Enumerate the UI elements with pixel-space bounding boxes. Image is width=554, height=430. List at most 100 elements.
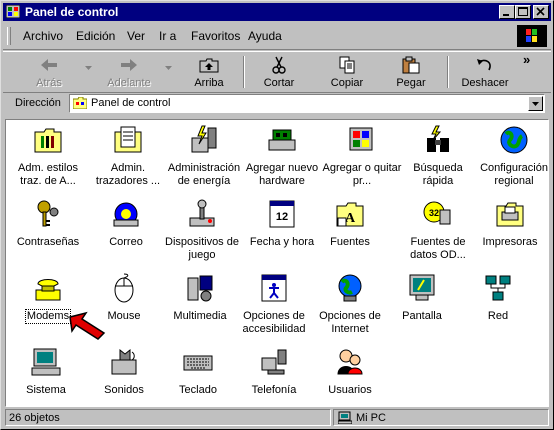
minimize-icon — [503, 14, 509, 16]
display-monitor-icon — [409, 274, 435, 301]
forward-label: Adelante — [107, 77, 151, 89]
icon-view: Adm. estilos traz. de A... Admin. trazad… — [5, 119, 549, 407]
fonts-folder-icon — [34, 128, 62, 153]
up-label: Arriba — [194, 77, 224, 89]
menu-archivo[interactable]: Archivo — [23, 29, 63, 43]
forward-button[interactable]: Adelante — [99, 54, 159, 90]
item-label: Fuentes — [330, 236, 370, 248]
chevron-down-icon — [532, 102, 539, 106]
maximize-icon — [518, 7, 528, 16]
item-label: Red — [487, 310, 509, 322]
scissors-icon — [272, 56, 286, 74]
item-label: Configuración regional — [480, 162, 548, 187]
multimedia-icon — [187, 275, 213, 302]
paste-label: Pegar — [396, 77, 426, 89]
address-label: Dirección — [15, 97, 61, 109]
item-label: Sonidos — [104, 384, 144, 396]
menu-favoritos[interactable]: Favoritos — [191, 29, 240, 43]
item-label: Telefonía — [251, 384, 297, 396]
copy-label: Copiar — [330, 77, 364, 89]
close-button[interactable] — [533, 5, 549, 19]
internet-globe-icon — [338, 274, 362, 302]
address-bar: Dirección Panel de control — [3, 93, 551, 115]
undo-icon — [477, 59, 491, 71]
up-button[interactable]: Arriba — [183, 54, 235, 90]
printer-icon — [496, 202, 524, 227]
joystick-icon — [189, 199, 215, 227]
svg-text:32: 32 — [429, 208, 439, 218]
forward-dropdown-icon[interactable] — [165, 66, 173, 72]
menu-grip — [7, 27, 11, 45]
mouse-icon — [114, 273, 134, 303]
status-bar: 26 objetos Mi PC — [3, 408, 551, 427]
minimize-button[interactable] — [499, 5, 515, 19]
title-bar[interactable]: Panel de control — [3, 3, 551, 21]
item-label: Impresoras — [482, 236, 538, 248]
power-management-icon — [191, 125, 217, 153]
control-panel-folder-icon — [73, 97, 87, 109]
close-icon — [536, 7, 545, 16]
copy-button[interactable]: Copiar — [319, 54, 375, 90]
binoculars-icon — [427, 125, 449, 152]
item-label: Admin. trazadores ... — [95, 162, 161, 187]
back-label: Atrás — [36, 77, 62, 89]
item-label: Modems — [25, 309, 71, 324]
menu-ayuda[interactable]: Ayuda — [248, 29, 282, 43]
telephony-icon — [261, 349, 287, 375]
control-panel-icon — [6, 5, 20, 18]
window-title: Panel de control — [25, 5, 119, 19]
address-dropdown-button[interactable] — [528, 96, 543, 111]
undo-button[interactable]: Deshacer — [455, 54, 515, 90]
folder-plotter-icon — [114, 126, 142, 153]
menu-ir-a[interactable]: Ir a — [159, 29, 176, 43]
item-label: Agregar nuevo hardware — [245, 162, 319, 187]
item-label: Adm. estilos traz. de A... — [18, 162, 78, 187]
item-label: Administración de energía — [167, 162, 241, 187]
folder-up-icon — [199, 58, 219, 73]
paste-icon — [402, 56, 420, 74]
status-location-pane: Mi PC — [333, 409, 549, 426]
calendar-clock-icon: 12 — [269, 200, 295, 228]
item-label: Búsqueda rápida — [413, 162, 463, 187]
undo-label: Deshacer — [461, 77, 509, 89]
computer-icon — [31, 348, 61, 376]
svg-text:A: A — [345, 211, 356, 226]
cut-label: Cortar — [263, 77, 295, 89]
status-location: Mi PC — [356, 412, 386, 424]
address-field[interactable]: Panel de control — [69, 94, 545, 113]
windows-logo-icon — [517, 25, 547, 47]
keyboard-icon — [183, 355, 213, 371]
item-label: Usuarios — [328, 384, 372, 396]
item-label: Sistema — [26, 384, 66, 396]
toolbar-more-chevron[interactable]: » — [523, 52, 530, 67]
item-label: Fuentes de datos OD... — [410, 236, 466, 261]
keys-icon — [37, 200, 59, 227]
cut-button[interactable]: Cortar — [253, 54, 305, 90]
fonts-icon: A — [336, 202, 364, 227]
item-label: Opciones de accesibilidad — [242, 310, 306, 335]
back-button[interactable]: Atrás — [23, 54, 75, 90]
modem-phone-icon — [35, 279, 61, 301]
item-label: Pantalla — [402, 310, 442, 322]
accessibility-icon — [261, 274, 287, 302]
item-label: Multimedia — [173, 310, 227, 322]
item-label: Correo — [109, 236, 143, 248]
toolbar-separator — [447, 56, 449, 88]
maximize-button[interactable] — [515, 5, 531, 19]
back-arrow-icon — [41, 59, 57, 71]
address-value: Panel de control — [91, 97, 171, 109]
item-label: Opciones de Internet — [319, 310, 381, 335]
menu-edicion[interactable]: Edición — [76, 29, 115, 43]
network-icon — [485, 275, 511, 301]
speaker-icon — [111, 348, 137, 375]
status-count: 26 objetos — [9, 412, 60, 424]
add-hardware-icon — [268, 129, 296, 151]
forward-arrow-icon — [121, 59, 137, 71]
toolbar: Atrás Adelante Arriba Cortar Copiar Pega… — [3, 51, 551, 93]
odbc-icon: 32 — [423, 201, 451, 225]
paste-button[interactable]: Pegar — [385, 54, 437, 90]
back-dropdown-icon[interactable] — [85, 66, 93, 72]
menu-bar: Archivo Edición Ver Ir a Favoritos Ayuda — [3, 23, 551, 50]
menu-ver[interactable]: Ver — [127, 29, 145, 43]
red-pointer-arrow-icon — [69, 311, 106, 340]
